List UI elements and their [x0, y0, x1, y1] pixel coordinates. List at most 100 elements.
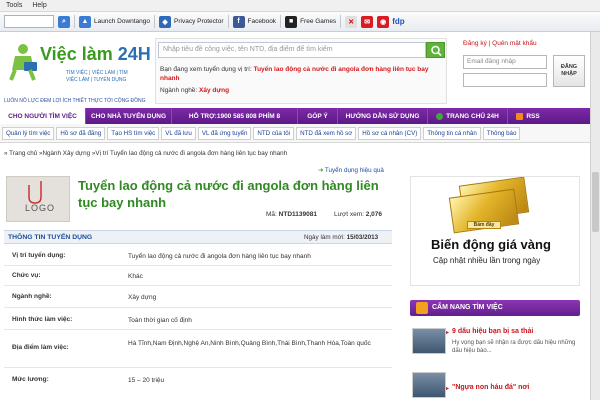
news-description: Hy vọng bạn sẽ nhận ra được dấu hiệu nhữ…	[452, 340, 576, 354]
subnav-saved-jobs[interactable]: VL đã lưu	[161, 126, 196, 140]
viewing-info: Bạn đang xem tuyển dụng vị trí: Tuyển la…	[160, 66, 429, 82]
row-key: Ngành nghề:	[12, 293, 52, 300]
ad-title: Biến động giá vàng	[431, 237, 551, 252]
fdp-label: fdp	[392, 17, 405, 26]
gold-price-ad[interactable]: Bấm đây Biến động giá vàng Cập nhật nhiề…	[410, 176, 580, 286]
menu-tools[interactable]: Tools	[6, 2, 22, 9]
industry-info: Ngành nghề: Xây dựng	[160, 87, 230, 94]
nav-feedback[interactable]: GÓP Ý	[298, 108, 338, 124]
row-value: Khác	[128, 273, 143, 280]
login-area: Đăng ký | Quên mật khẩu Email đăng nhập …	[458, 38, 588, 104]
email-field[interactable]: Email đăng nhập	[463, 55, 547, 69]
toolbar-search-input[interactable]	[4, 15, 54, 28]
logo-title: Việc làm 24H	[40, 44, 151, 64]
site-slogan: LUÔN NỖ LỰC ĐEM LỢI ÍCH THIẾT THỰC TỚI C…	[4, 98, 146, 104]
toolbar-item-label: Facebook	[247, 18, 277, 25]
search-button[interactable]	[426, 42, 445, 58]
search-icon	[431, 45, 442, 57]
row-value: 15 – 20 triệu	[128, 377, 165, 384]
close-icon[interactable]: ✕	[345, 15, 358, 28]
nav-employer[interactable]: CHO NHÀ TUYỂN DỤNG	[86, 108, 172, 124]
subnav-employers-viewed[interactable]: NTD đã xem hồ sơ	[296, 126, 357, 140]
privacy-protector-button[interactable]: ◆ Privacy Protector	[159, 15, 224, 28]
register-forgot-links[interactable]: Đăng ký | Quên mật khẩu	[463, 40, 537, 47]
refresh-date: Ngày làm mới: 15/03/2013	[304, 234, 379, 241]
subnav-applied-jobs[interactable]: VL đã ứng tuyển	[197, 126, 252, 140]
nav-job-seeker[interactable]: CHO NGƯỜI TÌM VIỆC	[0, 108, 86, 124]
toolbar-separator	[74, 15, 75, 28]
toolbar-item-label: Privacy Protector	[174, 18, 224, 25]
toolbar-separator	[340, 15, 342, 28]
job-code: Mã: NTD1139081	[266, 211, 317, 218]
logo-placeholder-text: LOGO	[25, 203, 56, 213]
toolbar-item-label: Launch Downtango	[94, 18, 151, 25]
facebook-button[interactable]: f Facebook	[232, 15, 277, 28]
site-logo[interactable]: Việc làm 24H TÌM VIỆC | VIỆC LÀM | TÌM V…	[4, 38, 154, 104]
news-thumbnail[interactable]	[412, 372, 446, 398]
nav-support[interactable]: HỖ TRỢ:1900 585 808 PHÍM 8	[172, 108, 298, 124]
row-key: Vị trí tuyển dụng:	[12, 252, 66, 259]
subnav-posted-cv[interactable]: Hồ sơ đã đăng	[56, 126, 106, 140]
arrow-icon: ➜	[318, 167, 324, 174]
sub-nav: Quản lý tìm việc Hồ sơ đã đăng Tạo HS tì…	[0, 124, 590, 143]
free-games-button[interactable]: ■ Free Games	[285, 15, 336, 28]
breadcrumb[interactable]: » Trang chủ »Ngành Xây dựng »Vị trí Tuyể…	[4, 150, 287, 157]
subnav-manage[interactable]: Quản lý tìm việc	[2, 126, 55, 140]
subnav-personal-info[interactable]: Thông tin cá nhân	[423, 126, 481, 140]
shield-icon: ◆	[159, 15, 172, 28]
home-icon	[436, 112, 444, 120]
nav-guide[interactable]: HƯỚNG DẪN SỬ DỤNG	[338, 108, 428, 124]
red-app-icon[interactable]: ✉	[361, 15, 374, 28]
row-key: Địa điểm làm việc:	[12, 344, 69, 351]
news-title[interactable]: 9 dấu hiệu bạn bị sa thải	[452, 328, 533, 335]
row-key: Hình thức làm việc:	[12, 316, 73, 323]
search-icon[interactable]: ⌕	[58, 15, 70, 28]
news-title[interactable]: "Ngựa non háu đá" nơi	[452, 384, 529, 391]
nav-home-24h[interactable]: TRANG CHỦ 24H	[428, 108, 508, 124]
browser-window: Tools Help ⌕ ▲ Launch Downtango ◆ Privac…	[0, 0, 600, 400]
subnav-personal-cv[interactable]: Hồ sơ cá nhân (CV)	[358, 126, 422, 140]
info-heading: THÔNG TIN TUYỂN DỤNG Ngày làm mới: 15/03…	[4, 230, 392, 244]
news-thumbnail[interactable]	[412, 328, 446, 354]
ad-subtitle: Cập nhật nhiều lần trong ngày	[433, 256, 541, 265]
company-logo: LOGO	[6, 176, 70, 222]
bullet-icon: ▸	[446, 330, 450, 336]
row-key: Chức vụ:	[12, 272, 41, 279]
click-here-label: Bấm đây	[467, 221, 501, 229]
row-value: Toàn thời gian cố định	[128, 317, 192, 324]
logo-man-icon	[9, 44, 37, 81]
table-row: Hình thức làm việc: Toàn thời gian cố đị…	[4, 308, 392, 330]
effective-recruitment-link[interactable]: ➜ Tuyển dụng hiệu quả	[318, 167, 384, 174]
launch-downtango-button[interactable]: ▲ Launch Downtango	[79, 15, 151, 28]
scrollbar-thumb[interactable]	[592, 172, 599, 232]
login-button[interactable]: ĐĂNG NHẬP	[553, 55, 585, 87]
password-field[interactable]	[463, 73, 547, 87]
games-icon: ■	[285, 15, 298, 28]
table-row: Chức vụ: Khác	[4, 266, 392, 286]
fdp-button[interactable]: ◉ fdp	[377, 15, 405, 28]
main-nav: CHO NGƯỜI TÌM VIỆC CHO NHÀ TUYỂN DỤNG HỖ…	[0, 108, 590, 124]
menu-help[interactable]: Help	[32, 2, 46, 9]
career-guide-heading[interactable]: CẨM NANG TÌM VIỆC	[410, 300, 580, 316]
subnav-create-cv[interactable]: Tạo HS tìm việc	[107, 126, 160, 140]
job-title: Tuyển lao động cả nước đi angola đơn hàn…	[78, 178, 379, 210]
subnav-my-employers[interactable]: NTD của tôi	[253, 126, 295, 140]
row-key: Mức lương:	[12, 376, 49, 383]
browser-toolbar: ⌕ ▲ Launch Downtango ◆ Privacy Protector…	[0, 12, 600, 32]
toolbar-separator	[154, 15, 156, 28]
effective-label: Tuyển dụng hiệu quả	[324, 167, 384, 174]
nav-rss[interactable]: RSS	[508, 108, 548, 124]
toolbar-separator	[280, 15, 282, 28]
table-row: Mức lương: 15 – 20 triệu	[4, 368, 392, 390]
nav-rss-label: RSS	[526, 112, 540, 120]
downtango-icon: ▲	[79, 15, 91, 28]
subnav-notifications[interactable]: Thông báo	[482, 126, 521, 140]
logo-subtitle: TÌM VIỆC | VIỆC LÀM | TÌM VIỆC LÀM | TUY…	[66, 70, 128, 83]
table-row: Vị trí tuyển dụng: Tuyển lao động cả nướ…	[4, 246, 392, 266]
bullet-icon: ▸	[446, 386, 450, 392]
search-input[interactable]: Nhập tiêu đề công việc, tên NTD, địa điể…	[158, 42, 426, 58]
row-value: Tuyển lao động cả nước đi angola đơn hàn…	[128, 253, 311, 260]
nav-home-label: TRANG CHỦ 24H	[446, 112, 499, 120]
vertical-scrollbar[interactable]	[590, 32, 600, 400]
row-value: Xây dựng	[128, 294, 157, 301]
